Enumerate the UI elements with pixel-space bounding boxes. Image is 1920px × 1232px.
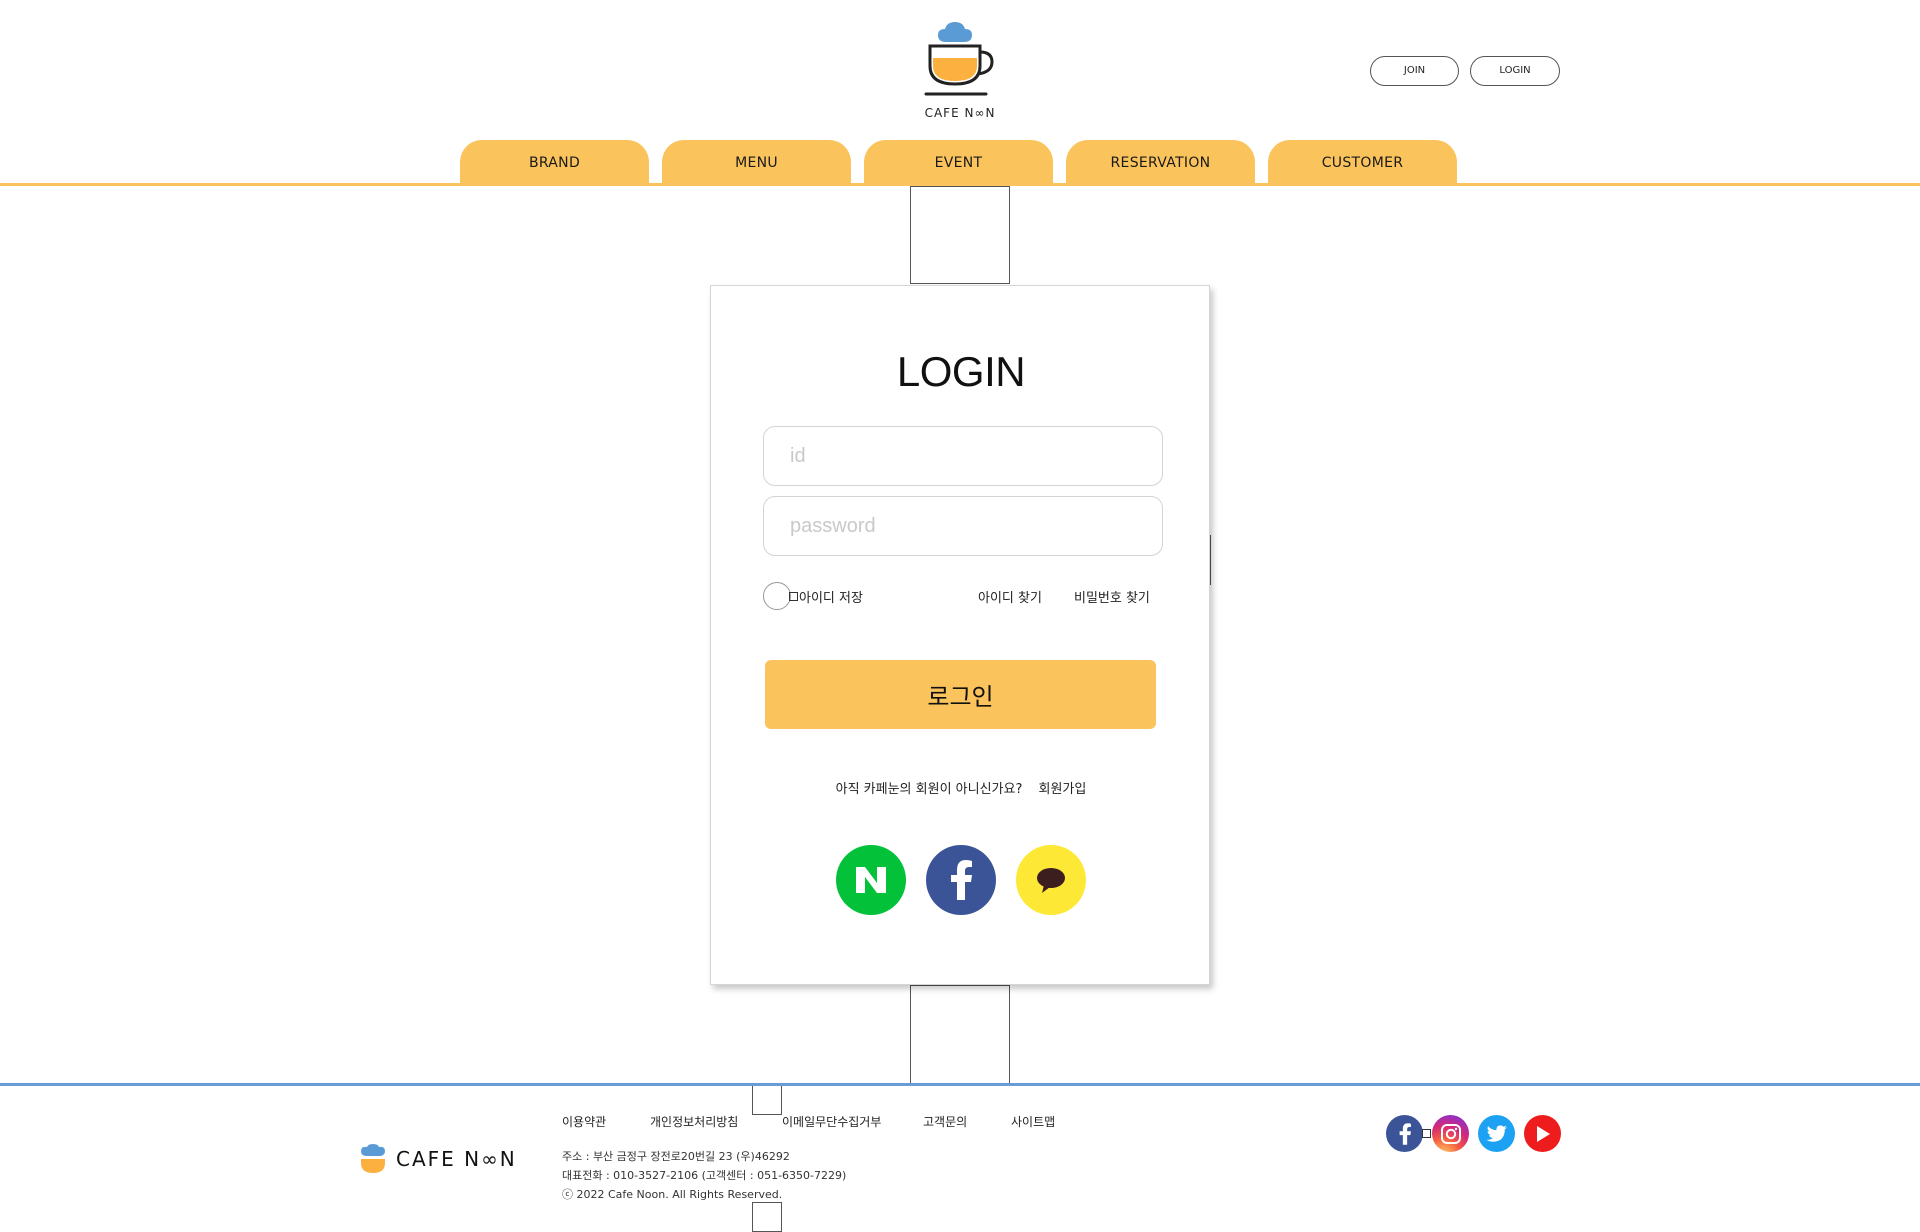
footer-logo-text: CAFE N∞N bbox=[396, 1147, 517, 1171]
footer-logo-icon bbox=[361, 1144, 385, 1173]
login-card: LOGIN 아이디 저장 아이디 찾기 비밀번호 찾기 로그인 아직 카페눈의 … bbox=[710, 285, 1210, 985]
footer-link-sitemap[interactable]: 사이트맵 bbox=[1011, 1113, 1055, 1130]
twitter-icon[interactable] bbox=[1478, 1115, 1515, 1152]
find-password-link[interactable]: 비밀번호 찾기 bbox=[1074, 587, 1150, 606]
footer-address: 주소 : 부산 금정구 장전로20번길 23 (우)46292 bbox=[562, 1150, 790, 1163]
signup-row: 아직 카페눈의 회원이 아니신가요? 회원가입 bbox=[711, 778, 1211, 797]
social-login-row bbox=[711, 845, 1211, 915]
save-id-checkbox[interactable] bbox=[763, 582, 791, 610]
footer-link-inquiry[interactable]: 고객문의 bbox=[923, 1113, 967, 1130]
footer-divider bbox=[0, 1083, 1920, 1086]
placeholder-box bbox=[752, 1085, 782, 1115]
cafe-cup-logo-icon bbox=[924, 22, 994, 96]
footer-link-email-refusal[interactable]: 이메일무단수집거부 bbox=[782, 1113, 881, 1130]
footer-link-privacy[interactable]: 개인정보처리방침 bbox=[650, 1113, 738, 1130]
nav-tab-event[interactable]: EVENT bbox=[864, 140, 1053, 185]
naver-icon[interactable] bbox=[836, 845, 906, 915]
save-id-row: 아이디 저장 bbox=[763, 582, 863, 610]
placeholder-box bbox=[752, 1202, 782, 1232]
login-title: LOGIN bbox=[896, 348, 1026, 395]
login-top-button[interactable]: LOGIN bbox=[1470, 56, 1560, 86]
footer-info: 주소 : 부산 금정구 장전로20번길 23 (우)46292 대표전화 : 0… bbox=[562, 1147, 846, 1204]
save-id-label: 아이디 저장 bbox=[799, 590, 863, 606]
footer-phone: 대표전화 : 010-3527-2106 (고객센터 : 051-6350-72… bbox=[562, 1169, 847, 1182]
placeholder-box bbox=[910, 985, 1010, 1084]
find-id-link[interactable]: 아이디 찾기 bbox=[978, 587, 1042, 606]
nav-tab-brand[interactable]: BRAND bbox=[460, 140, 649, 185]
join-button[interactable]: JOIN bbox=[1370, 56, 1459, 86]
main-nav: BRAND MENU EVENT RESERVATION CUSTOMER bbox=[460, 140, 1457, 185]
youtube-icon[interactable] bbox=[1524, 1115, 1561, 1152]
password-input[interactable] bbox=[763, 496, 1163, 556]
instagram-icon[interactable] bbox=[1432, 1115, 1469, 1152]
nav-tab-menu[interactable]: MENU bbox=[662, 140, 851, 185]
footer-link-terms[interactable]: 이용약관 bbox=[562, 1113, 606, 1130]
nav-tab-reservation[interactable]: RESERVATION bbox=[1066, 140, 1255, 185]
placeholder-box bbox=[910, 186, 1010, 284]
save-id-small-box bbox=[789, 591, 798, 601]
placeholder-box bbox=[1422, 1129, 1431, 1138]
site-logo[interactable]: CAFE N∞N bbox=[905, 22, 1015, 120]
footer-logo[interactable]: CAFE N∞N bbox=[360, 1144, 517, 1174]
signup-link[interactable]: 회원가입 bbox=[1039, 782, 1087, 797]
facebook-icon[interactable] bbox=[1386, 1115, 1423, 1152]
nav-tab-customer[interactable]: CUSTOMER bbox=[1268, 140, 1457, 185]
kakao-icon[interactable] bbox=[1016, 845, 1086, 915]
footer-sns bbox=[1386, 1115, 1561, 1152]
id-input[interactable] bbox=[763, 426, 1163, 486]
logo-text: CAFE N∞N bbox=[924, 106, 996, 120]
footer-copyright: ⓒ 2022 Cafe Noon. All Rights Reserved. bbox=[562, 1188, 783, 1201]
facebook-icon[interactable] bbox=[926, 845, 996, 915]
signup-prompt: 아직 카페눈의 회원이 아니신가요? bbox=[835, 782, 1023, 797]
login-submit-button[interactable]: 로그인 bbox=[765, 660, 1156, 729]
